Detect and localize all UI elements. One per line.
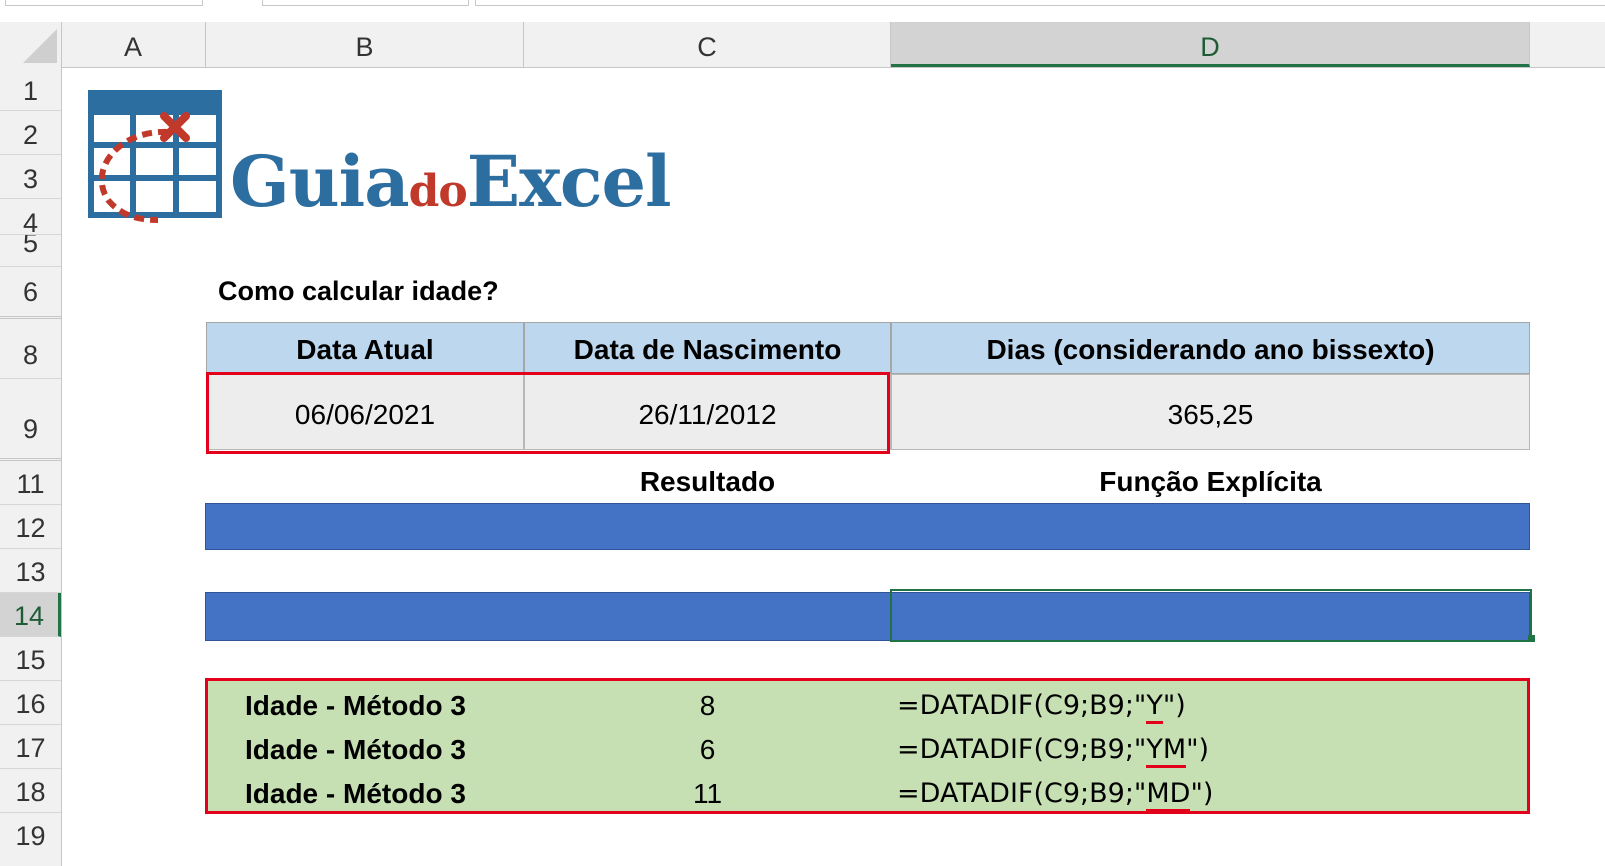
select-all-corner[interactable] (0, 22, 62, 67)
row-header-14[interactable]: 14 (0, 593, 61, 637)
row-header-6[interactable]: 6 (0, 267, 61, 319)
row-header-2[interactable]: 2 (0, 111, 61, 155)
row-header-8[interactable]: 8 (0, 319, 61, 379)
row-header-5[interactable]: 5 (0, 235, 61, 267)
row-header-1[interactable]: 1 (0, 67, 61, 111)
header-cell-dias[interactable]: Dias (considerando ano bissexto) (891, 322, 1530, 374)
dates-highlight-box (206, 372, 890, 454)
logo-text-excel: Excel (466, 140, 672, 223)
row-header-12[interactable]: 12 (0, 505, 61, 549)
row-header-16[interactable]: 16 (0, 681, 61, 725)
results-highlight-box (205, 678, 1530, 814)
sheet-title[interactable]: Como calcular idade? (218, 276, 499, 307)
fill-handle[interactable] (1528, 635, 1535, 642)
header-cell-data-atual[interactable]: Data Atual (206, 322, 524, 374)
logo-text-do: do (408, 166, 468, 217)
logo-text-guia: Guia (230, 140, 410, 223)
toolbar-box (262, 0, 469, 6)
spreadsheet-logo-icon (88, 90, 222, 223)
column-header-b[interactable]: B (206, 22, 524, 67)
row-header-3[interactable]: 3 (0, 155, 61, 199)
result-header[interactable]: Resultado (524, 466, 891, 498)
row-header-19[interactable]: 19 (0, 813, 61, 866)
select-all-triangle-icon (23, 29, 57, 63)
row-header-18[interactable]: 18 (0, 769, 61, 813)
name-box[interactable] (5, 0, 203, 6)
row-header-11[interactable]: 11 (0, 461, 61, 505)
row-header-9[interactable]: 9 (0, 379, 61, 461)
value-cell-dias[interactable]: 365,25 (891, 374, 1530, 450)
column-header-a[interactable]: A (61, 22, 206, 67)
logo-wordmark: GuiadoExcel (230, 140, 672, 223)
formula-bar[interactable] (475, 0, 1605, 6)
header-cell-data-nascimento[interactable]: Data de Nascimento (524, 322, 891, 374)
blue-bar-row-12[interactable] (205, 503, 1530, 550)
row-header-13[interactable]: 13 (0, 549, 61, 593)
row-header-4[interactable]: 4 (0, 199, 61, 235)
function-header[interactable]: Função Explícita (891, 466, 1530, 498)
row-header-17[interactable]: 17 (0, 725, 61, 769)
column-header-d[interactable]: D (891, 22, 1530, 67)
column-header-c[interactable]: C (524, 22, 891, 67)
row-header-15[interactable]: 15 (0, 637, 61, 681)
active-cell-selection[interactable] (890, 589, 1532, 642)
